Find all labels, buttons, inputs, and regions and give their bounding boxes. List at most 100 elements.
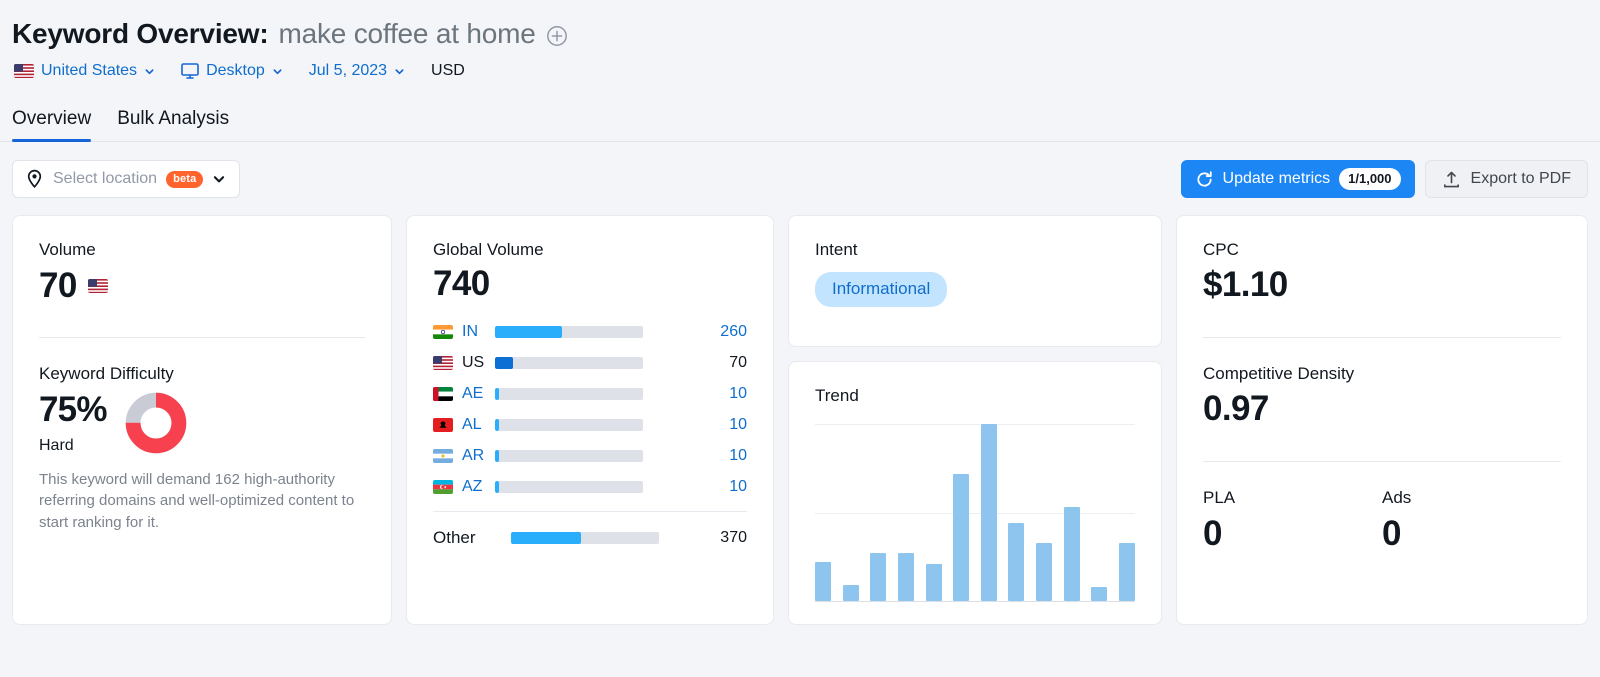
intent-card: Intent Informational <box>788 215 1162 347</box>
al-flag-icon <box>433 418 453 433</box>
volume-bar-track <box>495 450 643 463</box>
toolbar-actions: Update metrics 1/1,000 Export to PDF <box>1180 160 1588 198</box>
intent-badge[interactable]: Informational <box>815 272 948 307</box>
country-code: IN <box>462 323 478 341</box>
map-pin-icon <box>27 169 42 189</box>
tab-bar: Overview Bulk Analysis <box>0 96 1600 142</box>
trend-bar[interactable] <box>1036 542 1052 601</box>
chevron-down-icon <box>395 68 404 74</box>
tab-overview[interactable]: Overview <box>12 108 92 142</box>
beta-badge: beta <box>166 170 204 188</box>
export-pdf-button[interactable]: Export to PDF <box>1424 160 1588 198</box>
volume-bar-fill <box>495 450 500 463</box>
meta-row: United States Desktop Jul 5, 2023 USD <box>12 54 1588 88</box>
volume-bar-track <box>495 388 643 401</box>
device-label: Desktop <box>206 62 265 79</box>
volume-bar-track <box>495 357 643 370</box>
currency-label: USD <box>431 62 465 79</box>
cpc-label: CPC <box>1203 240 1239 259</box>
global-volume-row[interactable]: US 70 <box>433 348 747 379</box>
other-bar-fill <box>511 531 581 544</box>
pla-block: PLA 0 <box>1203 488 1382 553</box>
intent-trend-column: Intent Informational Trend <box>788 215 1162 625</box>
desktop-icon <box>181 63 199 79</box>
trend-bar[interactable] <box>953 473 970 601</box>
chevron-down-icon <box>145 68 154 74</box>
currency-label-wrap: USD <box>431 62 465 80</box>
date-selector[interactable]: Jul 5, 2023 <box>309 62 405 80</box>
country-code: AZ <box>462 478 483 496</box>
country-code: AL <box>462 416 482 434</box>
metrics-grid: Volume 70 Keyword Difficulty 75% Hard Th… <box>0 202 1600 625</box>
country-label: United States <box>41 62 138 79</box>
ads-label: Ads <box>1382 487 1412 507</box>
trend-bar[interactable] <box>1063 507 1080 601</box>
volume-label: Volume <box>39 240 96 259</box>
country-selector[interactable]: United States <box>14 62 155 80</box>
global-volume-row[interactable]: AL 10 <box>433 410 747 441</box>
volume-bar-track <box>495 419 643 432</box>
us-flag-icon <box>433 356 453 371</box>
update-metrics-button[interactable]: Update metrics 1/1,000 <box>1180 160 1415 198</box>
country-volume-value: 10 <box>729 447 747 465</box>
country-flag-code: AL <box>433 416 495 434</box>
tab-bulk-analysis[interactable]: Bulk Analysis <box>117 108 229 141</box>
global-volume-row[interactable]: AE 10 <box>433 379 747 410</box>
volume-bar-fill <box>495 481 500 494</box>
country-volume-value: 70 <box>729 354 747 372</box>
trend-chart <box>815 424 1135 602</box>
upload-icon <box>1443 171 1459 187</box>
trend-bar[interactable] <box>842 585 859 601</box>
ads-block: Ads 0 <box>1382 488 1561 553</box>
country-volume-value: 10 <box>729 478 747 496</box>
country-flag-code: IN <box>433 323 495 341</box>
difficulty-donut-chart <box>125 392 186 454</box>
country-flag-code: AZ <box>433 478 495 496</box>
location-selector[interactable]: Select location beta <box>12 160 241 198</box>
volume-bar-fill <box>495 326 562 339</box>
device-selector[interactable]: Desktop <box>181 62 283 80</box>
cpc-card: CPC $1.10 Competitive Density 0.97 PLA 0… <box>1176 215 1588 625</box>
trend-bar[interactable] <box>1091 586 1108 601</box>
volume-divider <box>39 336 365 338</box>
trend-label: Trend <box>815 386 859 405</box>
update-metrics-label: Update metrics <box>1222 170 1331 187</box>
title-row: Keyword Overview: make coffee at home <box>12 14 1588 54</box>
keyword-difficulty-text: 75% Hard <box>39 391 107 455</box>
ar-flag-icon <box>433 449 453 464</box>
in-flag-icon <box>433 325 453 340</box>
update-count-badge: 1/1,000 <box>1339 168 1401 190</box>
pla-ads-row: PLA 0 Ads 0 <box>1203 488 1561 553</box>
trend-bar[interactable] <box>815 562 831 601</box>
trend-bar[interactable] <box>897 553 914 601</box>
date-label: Jul 5, 2023 <box>308 62 388 79</box>
volume-bar-track <box>495 326 643 339</box>
global-volume-row[interactable]: IN 260 <box>433 317 747 348</box>
trend-bar[interactable] <box>1008 523 1025 601</box>
volume-bar-fill <box>495 388 500 401</box>
volume-value: 70 <box>39 266 77 305</box>
global-volume-row[interactable]: AZ 10 <box>433 472 747 503</box>
competitive-density-label: Competitive Density <box>1203 363 1355 383</box>
chart-baseline <box>815 601 1135 602</box>
trend-bar[interactable] <box>980 424 997 601</box>
page-header: Keyword Overview: make coffee at home Un… <box>0 0 1600 88</box>
trend-bar[interactable] <box>925 563 942 601</box>
volume-card: Volume 70 Keyword Difficulty 75% Hard Th… <box>12 215 392 625</box>
ads-value: 0 <box>1382 513 1401 553</box>
volume-bar-fill <box>495 357 513 370</box>
keyword-difficulty-row: 75% Hard <box>39 391 365 455</box>
trend-bar[interactable] <box>1118 542 1135 601</box>
volume-bar-fill <box>495 419 500 432</box>
country-volume-value: 260 <box>720 323 747 341</box>
global-volume-card: Global Volume 740 IN 260 US 70 AE 10 AL 10 AR 10 A… <box>406 215 774 625</box>
global-volume-row[interactable]: AR 10 <box>433 441 747 472</box>
plus-circle-icon[interactable] <box>546 25 568 47</box>
refresh-icon <box>1196 170 1212 187</box>
cpc-divider-1 <box>1203 336 1561 338</box>
trend-bar[interactable] <box>870 553 887 601</box>
intent-label: Intent <box>815 240 858 259</box>
global-volume-total: 740 <box>433 264 490 303</box>
cpc-value: $1.10 <box>1203 265 1288 304</box>
export-pdf-label: Export to PDF <box>1470 170 1571 187</box>
